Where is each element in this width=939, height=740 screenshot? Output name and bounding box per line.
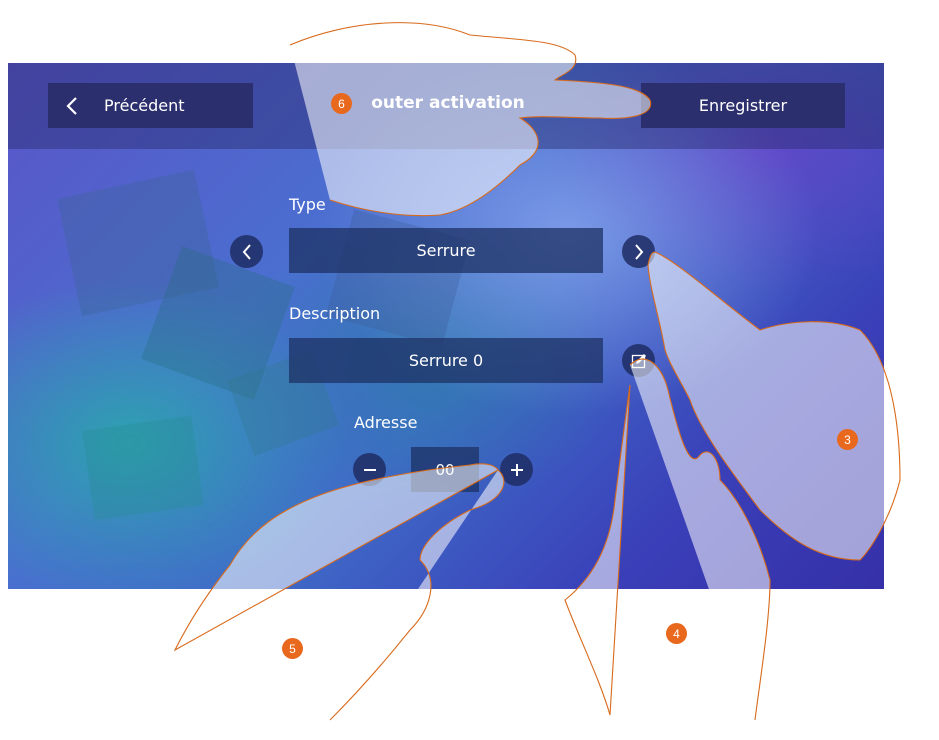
edit-description-button[interactable]	[622, 344, 655, 377]
pencil-icon	[631, 353, 646, 368]
chevron-left-icon	[242, 243, 251, 260]
back-button-label: Précédent	[104, 96, 185, 115]
chevron-left-icon	[66, 96, 77, 115]
address-decrement-button[interactable]	[353, 453, 386, 486]
back-button[interactable]: Précédent	[48, 83, 253, 128]
callout-badge-4: 4	[666, 623, 687, 644]
description-field[interactable]: Serrure 0	[289, 338, 603, 383]
plus-icon	[510, 463, 523, 476]
description-label: Description	[289, 304, 381, 323]
address-increment-button[interactable]	[500, 453, 533, 486]
callout-badge-5: 5	[282, 638, 303, 659]
next-type-button[interactable]	[622, 235, 655, 268]
address-label: Adresse	[354, 413, 418, 432]
type-field[interactable]: Serrure	[289, 228, 603, 273]
callout-badge-6: 6	[331, 93, 352, 114]
top-bar: Précédent outer activation Enregistrer	[8, 63, 884, 149]
save-button[interactable]: Enregistrer	[641, 83, 845, 128]
type-label: Type	[289, 195, 326, 214]
page-title: outer activation	[371, 93, 525, 113]
background-shape	[82, 415, 204, 521]
chevron-right-icon	[634, 243, 643, 260]
previous-type-button[interactable]	[230, 235, 263, 268]
callout-badge-3: 3	[837, 429, 858, 450]
device-screen: Précédent outer activation Enregistrer T…	[8, 63, 884, 589]
minus-icon	[363, 468, 376, 471]
address-value[interactable]: 00	[411, 447, 479, 492]
